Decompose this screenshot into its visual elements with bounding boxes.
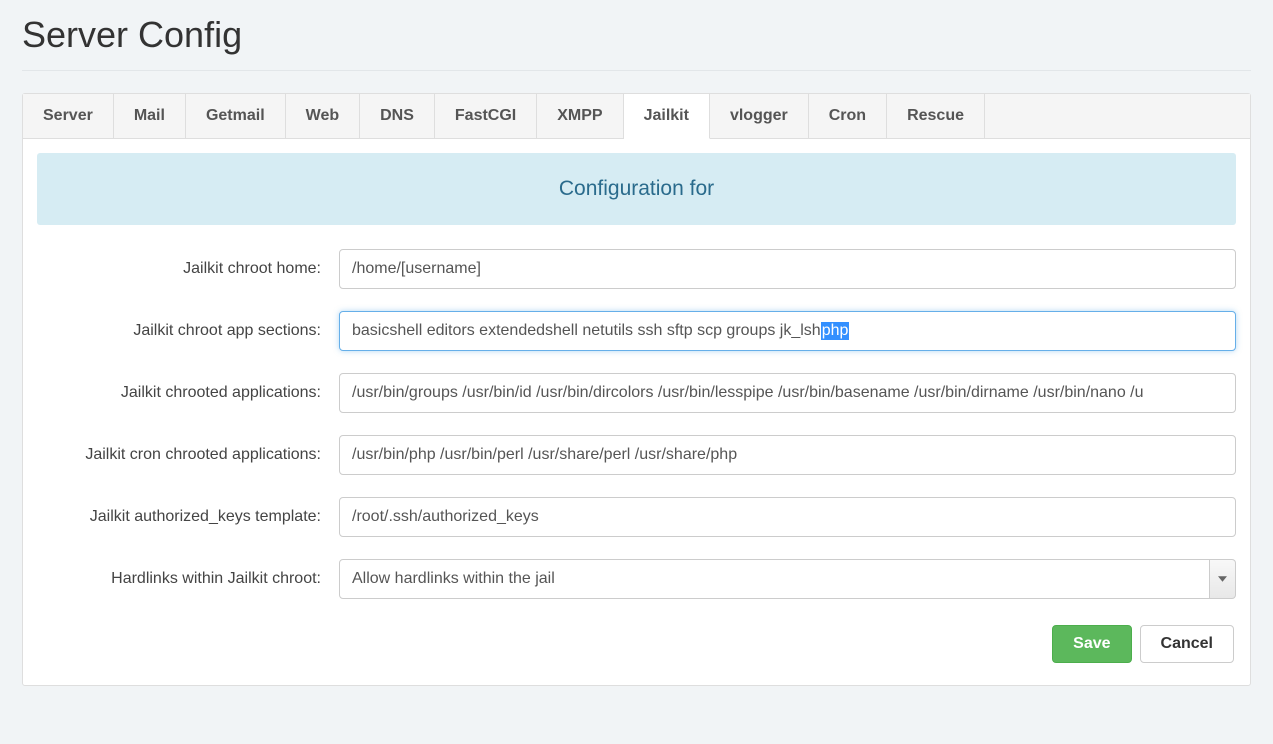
config-banner: Configuration for: [37, 153, 1236, 225]
input-jailkit-authorized-keys-template[interactable]: [339, 497, 1236, 537]
tab-fastcgi[interactable]: FastCGI: [435, 94, 537, 138]
tab-bar: Server Mail Getmail Web DNS FastCGI XMPP…: [23, 94, 1250, 139]
tab-server[interactable]: Server: [23, 94, 114, 138]
label-jailkit-authorized-keys-template: Jailkit authorized_keys template:: [37, 508, 339, 526]
label-jailkit-cron-chrooted-applications: Jailkit cron chrooted applications:: [37, 446, 339, 464]
label-jailkit-chrooted-applications: Jailkit chrooted applications:: [37, 384, 339, 402]
tab-content: Configuration for Jailkit chroot home: J…: [23, 139, 1250, 685]
divider: [22, 70, 1251, 71]
input-jailkit-chroot-app-sections[interactable]: basicshell editors extendedshell netutil…: [339, 311, 1236, 351]
tab-cron[interactable]: Cron: [809, 94, 887, 138]
tab-jailkit[interactable]: Jailkit: [624, 94, 710, 139]
tab-xmpp[interactable]: XMPP: [537, 94, 623, 138]
label-hardlinks-within-jailkit-chroot: Hardlinks within Jailkit chroot:: [37, 570, 339, 588]
page-title: Server Config: [22, 10, 1251, 70]
select-hardlinks-value: Allow hardlinks within the jail: [339, 559, 1210, 599]
input-text-selection: php: [821, 322, 850, 340]
form-actions: Save Cancel: [37, 621, 1236, 671]
tab-web[interactable]: Web: [286, 94, 360, 138]
tab-rescue[interactable]: Rescue: [887, 94, 985, 138]
label-jailkit-chroot-home: Jailkit chroot home:: [37, 260, 339, 278]
chevron-down-icon[interactable]: [1210, 559, 1236, 599]
tab-vlogger[interactable]: vlogger: [710, 94, 809, 138]
input-jailkit-cron-chrooted-applications[interactable]: [339, 435, 1236, 475]
tab-dns[interactable]: DNS: [360, 94, 435, 138]
cancel-button[interactable]: Cancel: [1140, 625, 1234, 663]
label-jailkit-chroot-app-sections: Jailkit chroot app sections:: [37, 322, 339, 340]
input-jailkit-chrooted-applications[interactable]: [339, 373, 1236, 413]
input-jailkit-chroot-home[interactable]: [339, 249, 1236, 289]
select-hardlinks[interactable]: Allow hardlinks within the jail: [339, 559, 1236, 599]
tab-getmail[interactable]: Getmail: [186, 94, 286, 138]
tab-mail[interactable]: Mail: [114, 94, 186, 138]
save-button[interactable]: Save: [1052, 625, 1131, 663]
config-panel: Server Mail Getmail Web DNS FastCGI XMPP…: [22, 93, 1251, 686]
input-text-prefix: basicshell editors extendedshell netutil…: [352, 322, 821, 340]
